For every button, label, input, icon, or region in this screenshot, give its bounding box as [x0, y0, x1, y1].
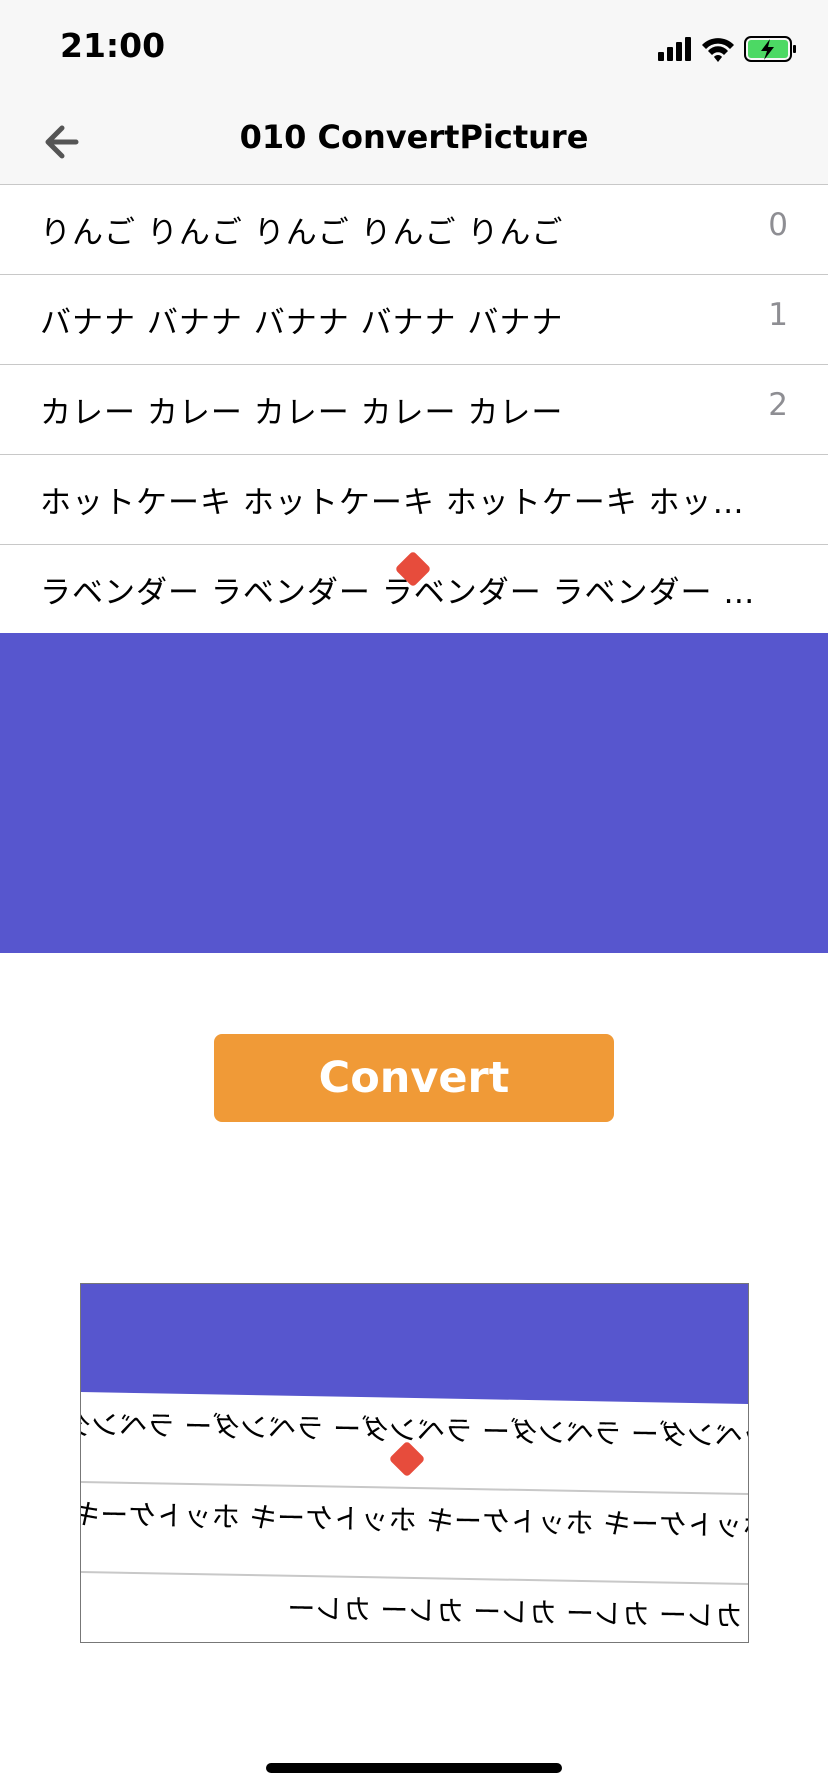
preview-row-text: カレー カレー カレー カレー カレー: [287, 1592, 743, 1633]
list-item-number: 2: [768, 387, 788, 423]
status-time: 21:00: [60, 26, 166, 65]
converted-image-preview: ラベンダー ラベンダー ラベンダー ラベンダー ラベンダー ホットケーキ ホット…: [80, 1283, 749, 1643]
home-indicator[interactable]: [266, 1763, 562, 1773]
list-item-text: りんご りんご りんご りんご りんご: [40, 215, 564, 251]
battery-icon: [744, 36, 796, 62]
signal-icon: [658, 37, 691, 61]
preview-row-text: ホットケーキ ホットケーキ ホットケーキ ホットケーキ: [81, 1498, 748, 1543]
list-item-number: 0: [768, 207, 788, 243]
list-item[interactable]: ホットケーキ ホットケーキ ホットケーキ ホットケーキ: [0, 455, 828, 545]
status-bar: 21:00: [0, 0, 828, 100]
list-item-text: カレー カレー カレー カレー カレー: [40, 395, 564, 431]
list-item-text: バナナ バナナ バナナ バナナ バナナ: [40, 305, 564, 341]
list-item[interactable]: バナナ バナナ バナナ バナナ バナナ 1: [0, 275, 828, 365]
preview-divider: [81, 1481, 748, 1495]
preview-purple-band: [81, 1284, 748, 1404]
list-item-text: ホットケーキ ホットケーキ ホットケーキ ホットケーキ: [40, 485, 770, 521]
list-item-number: 1: [768, 297, 788, 333]
preview-divider: [81, 1571, 748, 1585]
preview-row-text: ラベンダー ラベンダー ラベンダー ラベンダー ラベンダー: [81, 1407, 748, 1453]
list-item[interactable]: カレー カレー カレー カレー カレー 2: [0, 365, 828, 455]
convert-button[interactable]: Convert: [214, 1034, 614, 1122]
convert-button-label: Convert: [318, 1053, 510, 1103]
nav-bar: 010 ConvertPicture: [0, 100, 828, 185]
status-icons: [658, 34, 798, 64]
wifi-icon: [702, 38, 734, 62]
page-title: 010 ConvertPicture: [239, 118, 589, 156]
list-item[interactable]: りんご りんご りんご りんご りんご 0: [0, 185, 828, 275]
purple-view: [0, 633, 828, 953]
